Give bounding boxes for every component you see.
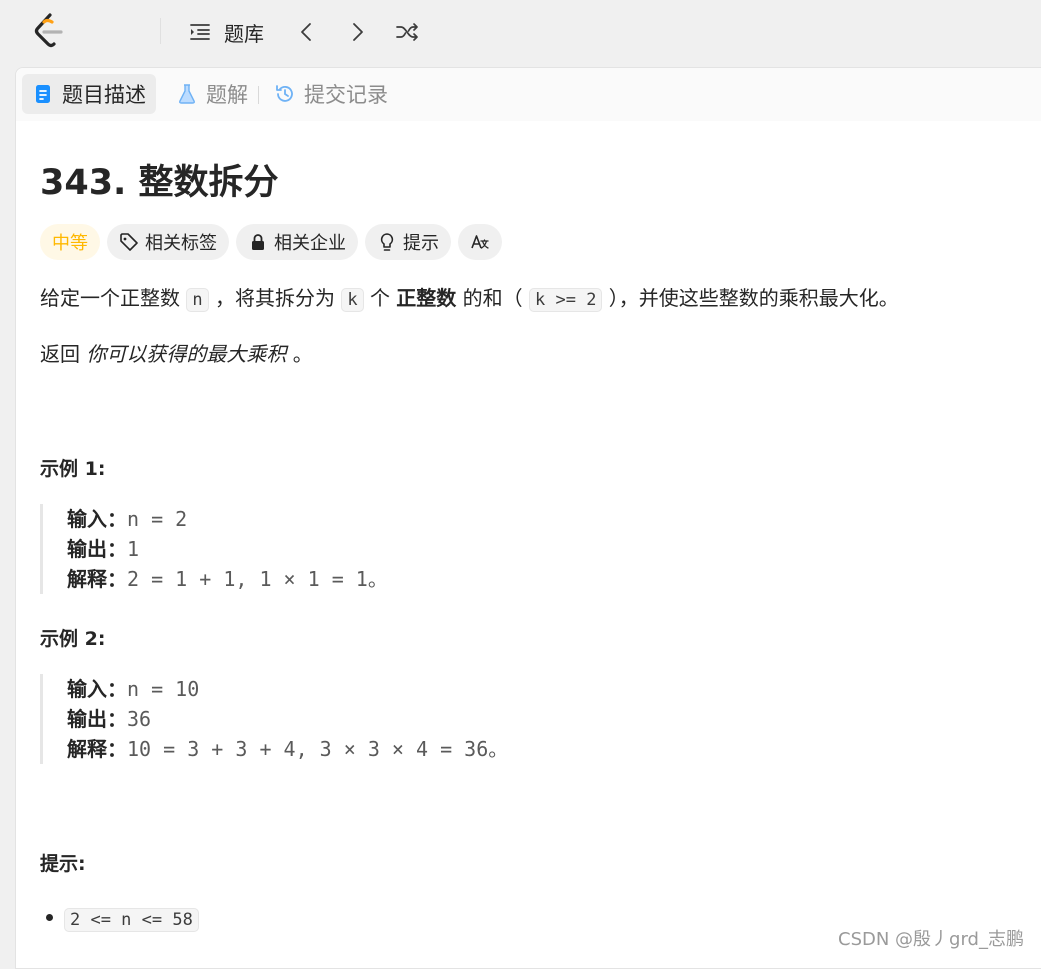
desc-text-1: 给定一个正整数 [40,286,180,310]
lock-icon [252,234,264,250]
chevron-left-icon [301,23,311,41]
related-companies-button[interactable]: 相关企业 [236,224,358,260]
top-bar: 题库 [0,0,1041,64]
difficulty-badge[interactable]: 中等 [40,224,100,260]
example-1-heading: 示例 1: [40,458,106,480]
constraint-code: 2 <= n <= 58 [64,908,199,932]
problem-description: 给定一个正整数 n ，将其拆分为 k 个 正整数 的和（ k >= 2 ），并使… [40,284,899,314]
tab-description[interactable]: 题目描述 [22,74,156,114]
next-problem-button[interactable] [342,17,372,47]
explain-value: 10 = 3 + 3 + 4, 3 × 3 × 4 = 36。 [127,737,509,761]
topbar-divider [160,18,161,44]
constraints-heading: 提示: [40,853,86,875]
hints-label: 提示 [403,233,439,254]
example-1-output: 输出：1 [67,534,867,564]
watermark: CSDN @殷丿grd_志鹏 [838,929,1024,950]
related-tags-label: 相关标签 [145,233,217,254]
input-label: 输入： [67,507,127,531]
chevron-right-icon [353,23,363,41]
history-icon [276,85,293,102]
example-2-heading: 示例 2: [40,628,106,650]
return-suffix: 。 [292,342,313,366]
return-italic: 你可以获得的最大乘积 [86,342,287,366]
explain-label: 解释： [67,567,127,591]
example-2-output: 输出：36 [67,704,867,734]
input-label: 输入： [67,677,127,701]
desc-code-n: n [186,288,209,312]
example-2-input: 输入：n = 10 [67,674,867,704]
tab-submissions[interactable]: 提交记录 [264,74,398,114]
tab-bar: 题目描述 题解 提交记录 [16,68,1041,121]
output-label: 输出： [67,537,127,561]
desc-code-k: k [341,288,364,312]
example-1-input: 输入：n = 2 [67,504,867,534]
desc-text-4: 的和（ [462,286,523,310]
leetcode-logo-icon[interactable] [30,12,66,50]
tab-submissions-label: 提交记录 [304,83,388,107]
output-value: 1 [127,537,140,561]
constraint-bullet [46,914,53,921]
related-companies-label: 相关企业 [274,233,346,254]
desc-text-5: ），并使这些整数的乘积最大化。 [608,286,899,310]
explain-value: 2 = 1 + 1, 1 × 1 = 1。 [127,567,388,591]
flask-icon [179,84,195,104]
desc-text-3: 个 [369,286,390,310]
tab-description-label: 题目描述 [62,83,146,107]
output-value: 36 [127,707,152,731]
example-1-explain: 解释：2 = 1 + 1, 1 × 1 = 1。 [67,564,867,594]
explain-label: 解释： [67,737,127,761]
related-tags-button[interactable]: 相关标签 [107,224,229,260]
translate-icon [471,235,489,249]
desc-text-2: ，将其拆分为 [214,286,335,310]
example-2-explain: 解释：10 = 3 + 3 + 4, 3 × 3 × 4 = 36。 [67,734,867,764]
lightbulb-icon [380,233,394,251]
example-2-block: 输入：n = 10 输出：36 解释：10 = 3 + 3 + 4, 3 × 3… [40,674,867,764]
shuffle-icon [396,23,418,41]
description-icon [36,85,50,103]
return-prefix: 返回 [40,342,80,366]
input-value: n = 2 [127,507,188,531]
desc-code-cond: k >= 2 [529,288,603,312]
problem-list-button[interactable]: 题库 [188,17,264,47]
tab-separator [258,86,259,104]
output-label: 输出： [67,707,127,731]
example-1-block: 输入：n = 2 输出：1 解释：2 = 1 + 1, 1 × 1 = 1。 [40,504,867,594]
constraint-item: 2 <= n <= 58 [64,904,199,934]
tag-row: 中等 相关标签 相关企业 提示 [40,224,502,260]
list-indent-icon [190,24,210,40]
return-statement: 返回 你可以获得的最大乘积 。 [40,340,313,368]
hints-button[interactable]: 提示 [365,224,451,260]
prev-problem-button[interactable] [292,17,322,47]
tab-solutions-label: 题解 [206,83,248,107]
problem-list-label: 题库 [224,21,264,46]
problem-panel: 题目描述 题解 提交记录 343. 整数拆分 中等 相关标签 相关企业 提示 给… [15,67,1041,969]
translate-button[interactable] [458,224,502,260]
tab-solutions[interactable]: 题解 [166,74,258,114]
desc-bold: 正整数 [396,286,457,310]
tag-icon [120,233,138,251]
random-problem-button[interactable] [392,17,422,47]
problem-title: 343. 整数拆分 [40,163,279,203]
input-value: n = 10 [127,677,200,701]
